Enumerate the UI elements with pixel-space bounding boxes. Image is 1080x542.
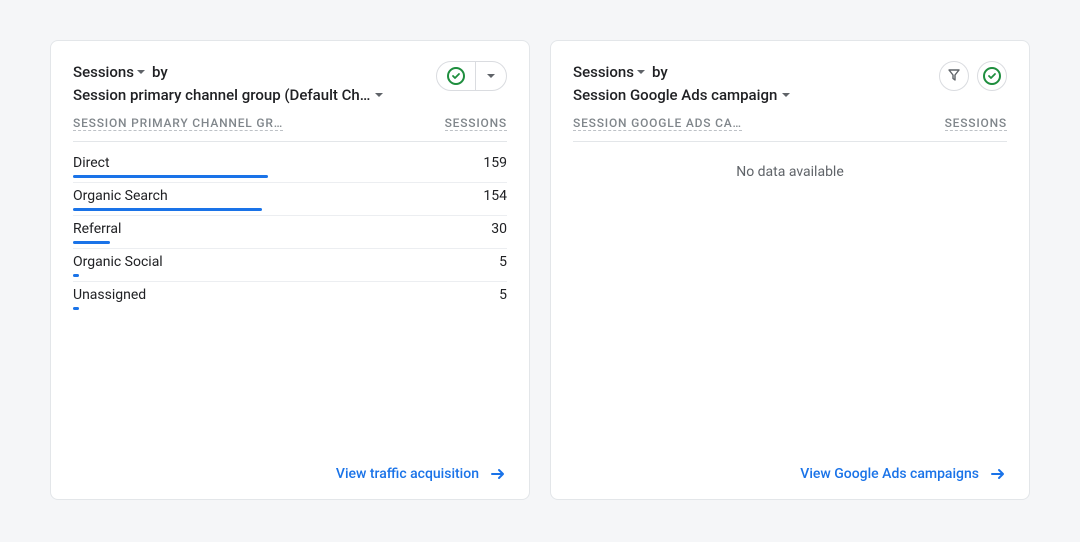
card-header: Sessions by Session Google Ads campaign: [573, 61, 1007, 106]
metric-selector[interactable]: Sessions: [73, 61, 134, 84]
caret-down-icon[interactable]: [374, 90, 384, 100]
table-row[interactable]: Organic Search 154: [73, 183, 507, 216]
link-label: View Google Ads campaigns: [800, 466, 979, 482]
check-circle-icon: [983, 67, 1001, 85]
bar-fill: [73, 175, 268, 178]
dimension-column-header[interactable]: SESSION PRIMARY CHANNEL GR…: [73, 116, 283, 131]
row-value: 30: [491, 221, 507, 237]
row-label: Organic Social: [73, 254, 163, 270]
traffic-acquisition-card: Sessions by Session primary channel grou…: [50, 40, 530, 500]
card-title-group: Sessions by Session Google Ads campaign: [573, 61, 791, 106]
metric-selector[interactable]: Sessions: [573, 61, 634, 84]
table-row[interactable]: Organic Social 5: [73, 249, 507, 282]
table-row[interactable]: Referral 30: [73, 216, 507, 249]
row-label: Unassigned: [73, 287, 146, 303]
column-headers: SESSION GOOGLE ADS CA… SESSIONS: [573, 116, 1007, 135]
status-button[interactable]: [977, 61, 1007, 91]
card-header: Sessions by Session primary channel grou…: [73, 61, 507, 106]
no-data-message: No data available: [573, 164, 1007, 180]
card-footer: View traffic acquisition: [73, 465, 507, 483]
bar-fill: [73, 208, 262, 211]
by-label: by: [152, 61, 168, 84]
card-controls: [436, 61, 507, 91]
dimension-selector[interactable]: Session primary channel group (Default C…: [73, 84, 370, 107]
card-footer: View Google Ads campaigns: [573, 465, 1007, 483]
row-label: Referral: [73, 221, 121, 237]
google-ads-campaigns-card: Sessions by Session Google Ads campaign: [550, 40, 1030, 500]
row-label: Direct: [73, 155, 110, 171]
filter-icon: [947, 67, 961, 86]
table-row[interactable]: Unassigned 5: [73, 282, 507, 310]
row-label: Organic Search: [73, 188, 168, 204]
arrow-right-icon: [489, 465, 507, 483]
divider: [73, 141, 507, 142]
by-label: by: [652, 61, 668, 84]
status-dropdown[interactable]: [436, 61, 507, 91]
filter-button[interactable]: [939, 61, 969, 91]
caret-down-icon[interactable]: [781, 90, 791, 100]
table-row[interactable]: Direct 159: [73, 150, 507, 183]
column-headers: SESSION PRIMARY CHANNEL GR… SESSIONS: [73, 116, 507, 135]
card-controls: [939, 61, 1007, 91]
row-value: 159: [483, 155, 507, 171]
card-title-group: Sessions by Session primary channel grou…: [73, 61, 384, 106]
bar-fill: [73, 274, 79, 277]
row-value: 5: [499, 287, 507, 303]
caret-down-icon[interactable]: [136, 67, 146, 77]
row-value: 154: [483, 188, 507, 204]
metric-column-header[interactable]: SESSIONS: [445, 116, 507, 131]
metric-column-header[interactable]: SESSIONS: [945, 116, 1007, 131]
view-traffic-acquisition-link[interactable]: View traffic acquisition: [336, 465, 507, 483]
caret-down-icon: [486, 71, 496, 81]
dimension-column-header[interactable]: SESSION GOOGLE ADS CA…: [573, 116, 742, 131]
bar-fill: [73, 241, 110, 244]
dimension-selector[interactable]: Session Google Ads campaign: [573, 84, 777, 107]
data-rows: Direct 159 Organic Search 154 Referral: [73, 150, 507, 310]
divider: [573, 141, 1007, 142]
row-value: 5: [499, 254, 507, 270]
link-label: View traffic acquisition: [336, 466, 479, 482]
caret-down-icon[interactable]: [636, 67, 646, 77]
bar-fill: [73, 307, 79, 310]
arrow-right-icon: [989, 465, 1007, 483]
view-google-ads-campaigns-link[interactable]: View Google Ads campaigns: [800, 465, 1007, 483]
check-circle-icon: [447, 67, 465, 85]
